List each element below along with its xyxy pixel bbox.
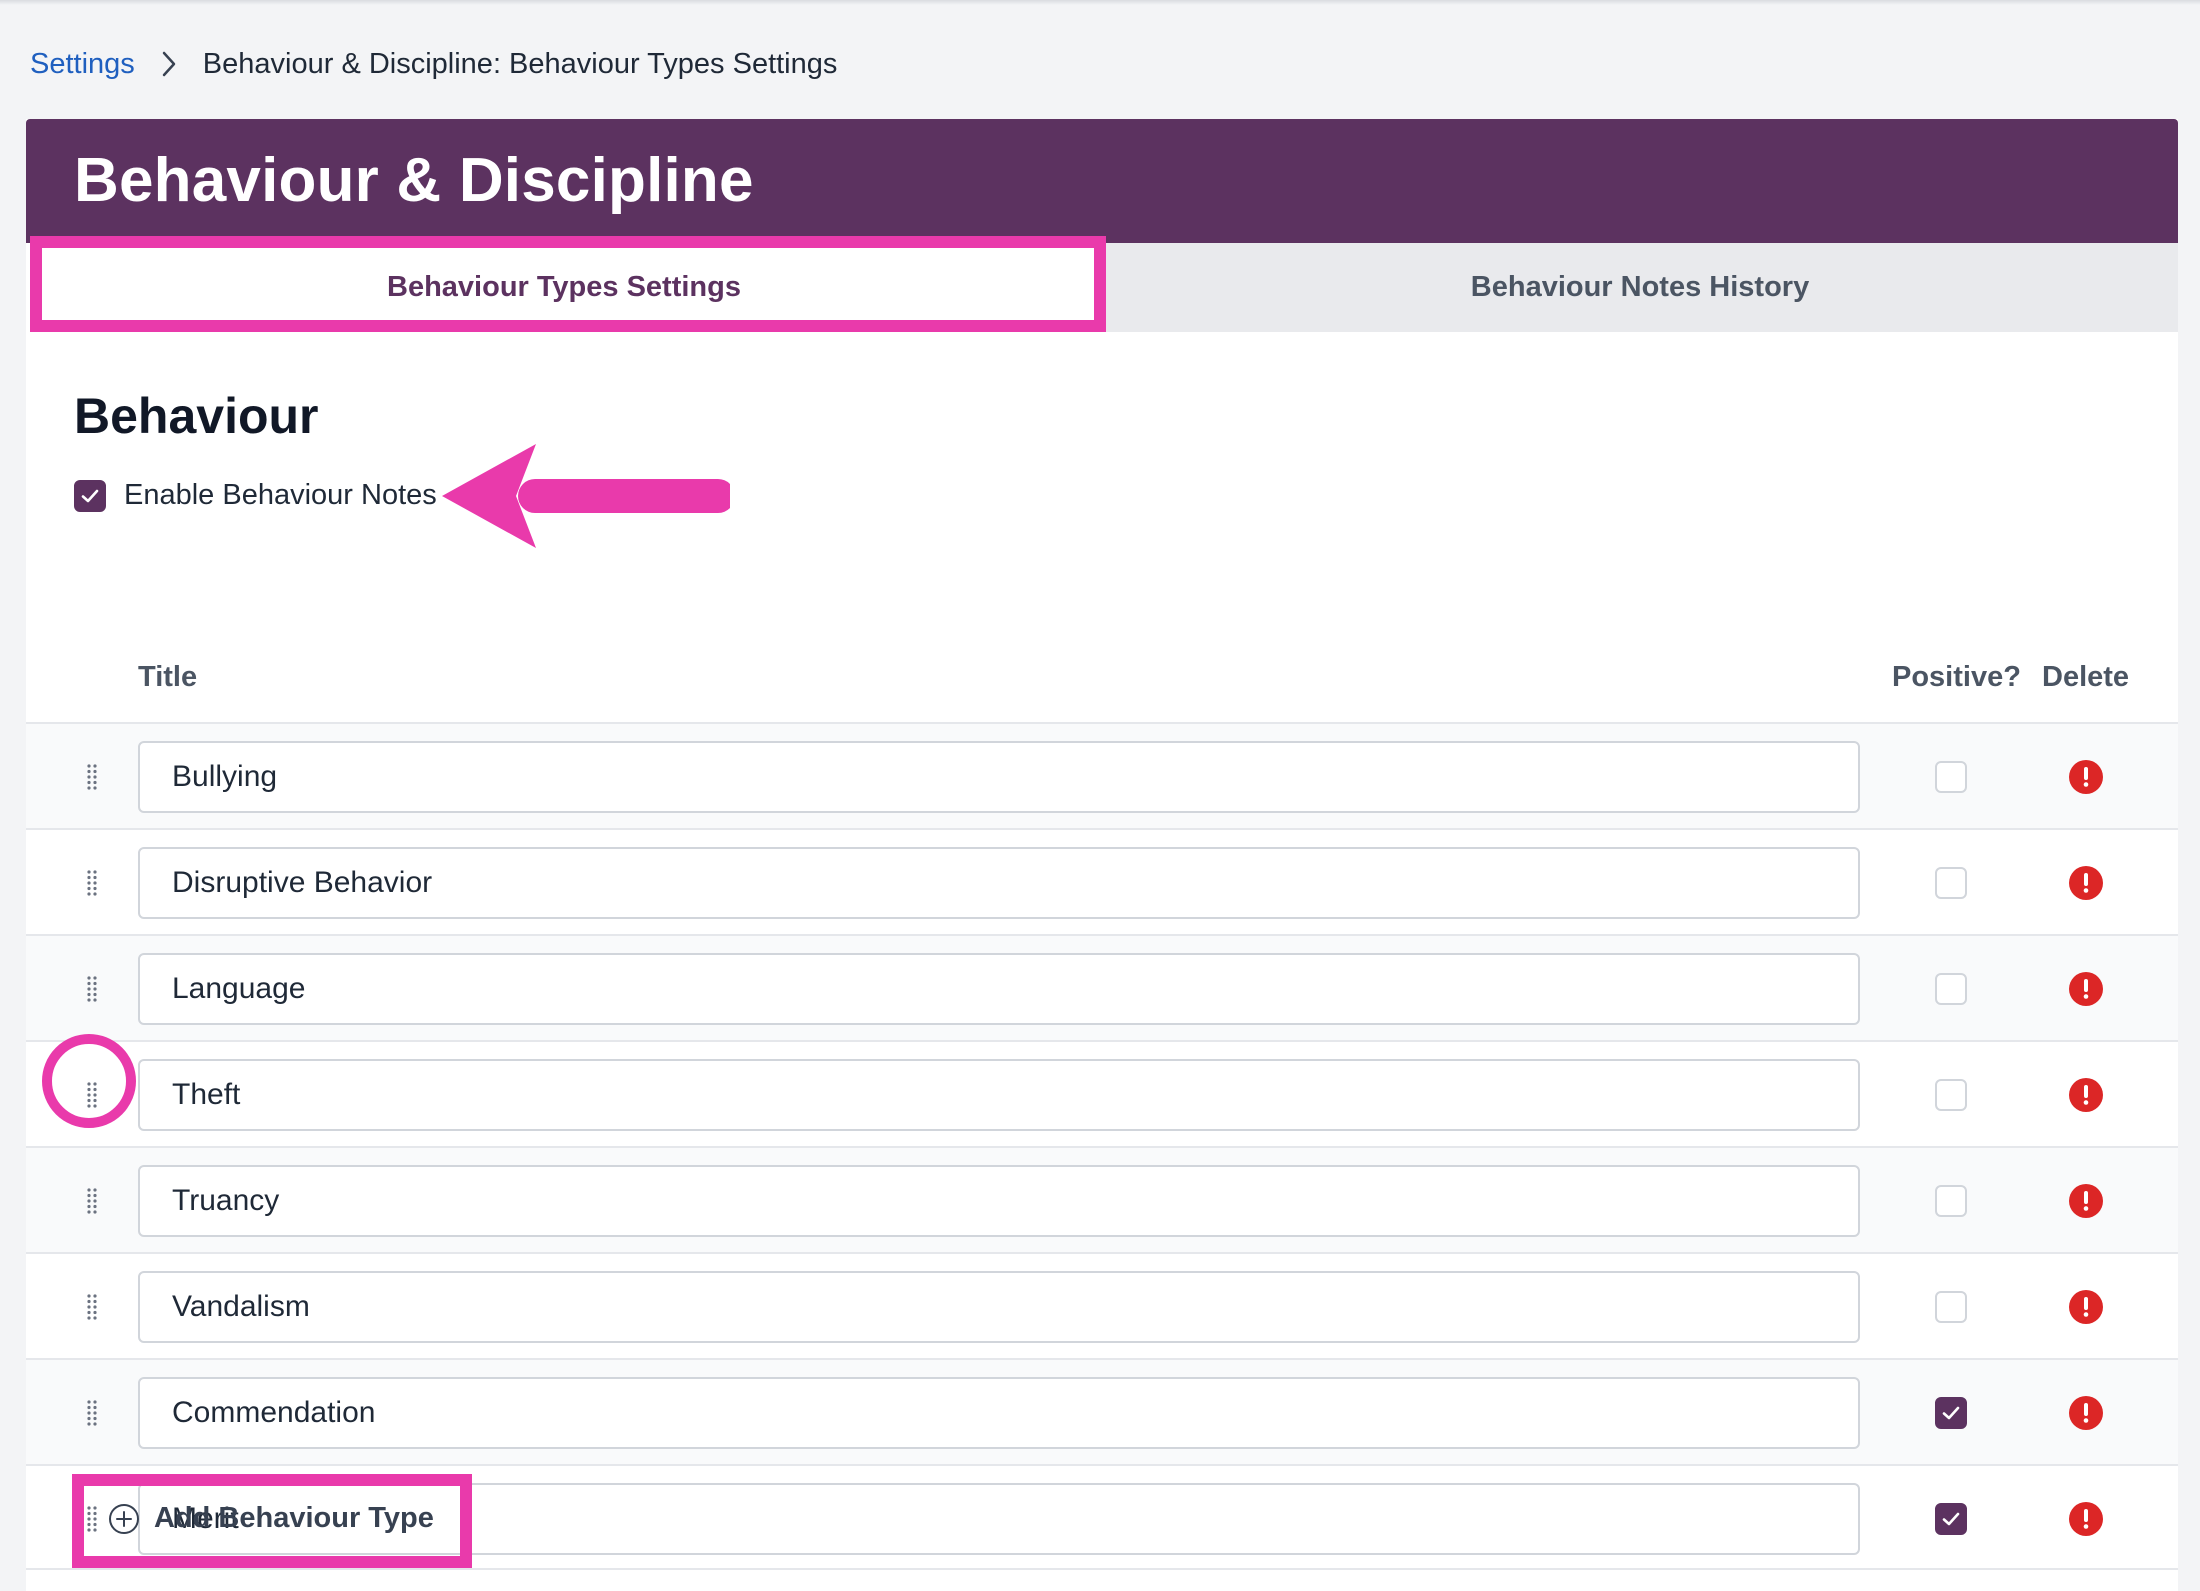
positive-checkbox[interactable] xyxy=(1935,761,1967,793)
drag-handle-icon[interactable] xyxy=(82,974,102,1004)
alert-circle-icon[interactable] xyxy=(2069,1502,2103,1536)
behaviour-title-input[interactable] xyxy=(138,847,1860,919)
drag-handle-icon[interactable] xyxy=(82,1398,102,1428)
behaviour-title-input[interactable] xyxy=(138,1271,1860,1343)
positive-checkbox[interactable] xyxy=(1935,1397,1967,1429)
breadcrumb-current: Behaviour & Discipline: Behaviour Types … xyxy=(202,47,838,80)
positive-checkbox[interactable] xyxy=(1935,973,1967,1005)
behaviour-type-row xyxy=(26,934,2178,1040)
annotation-circle-drag-handle xyxy=(42,1034,136,1128)
column-header-delete: Delete xyxy=(2042,661,2130,693)
behaviour-types-list xyxy=(26,722,2178,1570)
behaviour-settings-card: Behaviour & Discipline Behaviour Types S… xyxy=(26,119,2178,1591)
top-shadow xyxy=(0,0,2200,5)
alert-circle-icon[interactable] xyxy=(2069,1396,2103,1430)
column-header-title: Title xyxy=(138,661,198,693)
column-header-positive: Positive? xyxy=(1892,661,2021,693)
positive-checkbox[interactable] xyxy=(1935,1079,1967,1111)
behaviour-type-row xyxy=(26,722,2178,828)
tab-behaviour-notes-history[interactable]: Behaviour Notes History xyxy=(1102,243,2178,332)
positive-checkbox[interactable] xyxy=(1935,1503,1967,1535)
positive-checkbox[interactable] xyxy=(1935,1291,1967,1323)
card-header: Behaviour & Discipline xyxy=(26,119,2178,243)
behaviour-type-row xyxy=(26,1358,2178,1464)
enable-behaviour-notes-label: Enable Behaviour Notes xyxy=(124,479,437,511)
drag-handle-icon[interactable] xyxy=(82,868,102,898)
behaviour-title-input[interactable] xyxy=(138,1377,1860,1449)
behaviour-type-row xyxy=(26,1252,2178,1358)
annotation-arrow-icon xyxy=(442,444,730,548)
alert-circle-icon[interactable] xyxy=(2069,972,2103,1006)
behaviour-title-input[interactable] xyxy=(138,1165,1860,1237)
checkmark-icon xyxy=(1942,1512,1960,1526)
page-title: Behaviour & Discipline xyxy=(74,146,754,215)
positive-checkbox[interactable] xyxy=(1935,1185,1967,1217)
annotation-highlight-add-button xyxy=(72,1474,472,1568)
behaviour-title-input[interactable] xyxy=(138,1059,1860,1131)
breadcrumb-settings-link[interactable]: Settings xyxy=(30,48,135,81)
behaviour-title-input[interactable] xyxy=(138,741,1860,813)
behaviour-type-row xyxy=(26,1040,2178,1146)
alert-circle-icon[interactable] xyxy=(2069,1078,2103,1112)
breadcrumb: Settings Behaviour & Discipline: Behavio… xyxy=(30,44,837,84)
drag-handle-icon[interactable] xyxy=(82,1292,102,1322)
alert-circle-icon[interactable] xyxy=(2069,760,2103,794)
section-title: Behaviour xyxy=(74,388,319,444)
enable-behaviour-notes-row: Enable Behaviour Notes xyxy=(74,479,437,512)
checkmark-icon xyxy=(81,489,99,502)
chevron-right-icon xyxy=(161,51,177,77)
drag-handle-icon[interactable] xyxy=(82,762,102,792)
enable-behaviour-notes-checkbox[interactable] xyxy=(74,479,106,512)
positive-checkbox[interactable] xyxy=(1935,867,1967,899)
annotation-highlight-tab xyxy=(30,236,1106,332)
alert-circle-icon[interactable] xyxy=(2069,1290,2103,1324)
drag-handle-icon[interactable] xyxy=(82,1186,102,1216)
checkmark-icon xyxy=(1942,1406,1960,1420)
alert-circle-icon[interactable] xyxy=(2069,1184,2103,1218)
behaviour-title-input[interactable] xyxy=(138,953,1860,1025)
alert-circle-icon[interactable] xyxy=(2069,866,2103,900)
behaviour-type-row xyxy=(26,828,2178,934)
behaviour-type-row xyxy=(26,1146,2178,1252)
